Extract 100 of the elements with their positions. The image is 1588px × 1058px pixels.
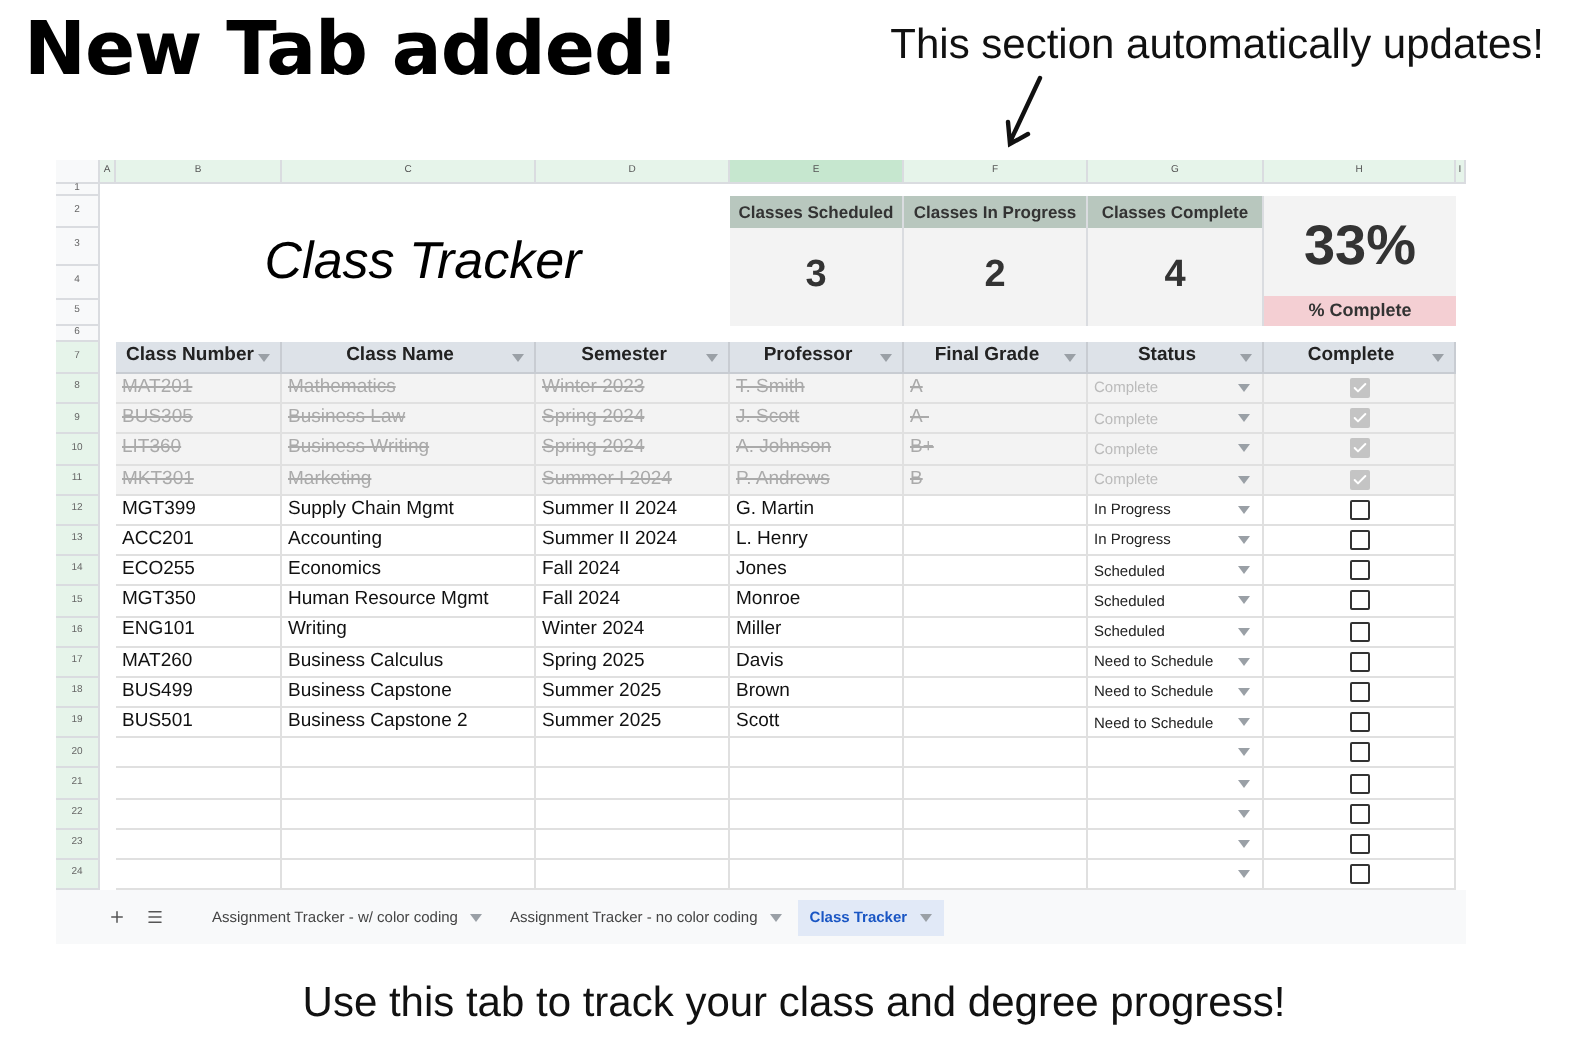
table-cell: Winter 2024 xyxy=(536,617,730,648)
table-cell: MKT301 xyxy=(116,465,282,496)
checkbox[interactable] xyxy=(1349,378,1369,399)
dropdown-caret-icon xyxy=(1238,718,1250,727)
table-header[interactable]: Final Grade xyxy=(904,342,1088,374)
stat-value: 2 xyxy=(982,252,1008,301)
tab-caret-icon xyxy=(469,913,482,922)
table-cell: ENG101 xyxy=(116,617,282,648)
table-cell: MAT260 xyxy=(116,647,282,678)
sheet-title: Class Tracker xyxy=(264,228,582,294)
checkbox[interactable] xyxy=(1349,773,1369,794)
filter-icon xyxy=(512,354,524,362)
tab-caret-icon xyxy=(919,913,932,922)
table-cell: Business Capstone 2 xyxy=(282,708,536,739)
table-cell: Brown xyxy=(730,677,904,709)
table-cell: G. Martin xyxy=(730,495,904,526)
table-cell: P. Andrews xyxy=(730,465,904,496)
stat-label: Classes In Progress xyxy=(904,196,1086,228)
menu-icon[interactable] xyxy=(146,908,164,927)
checkbox[interactable] xyxy=(1349,833,1369,854)
checkbox[interactable] xyxy=(1349,681,1369,702)
filter-icon xyxy=(706,354,718,362)
checkbox[interactable] xyxy=(1349,560,1369,581)
dropdown-caret-icon xyxy=(1238,475,1250,484)
checkbox[interactable] xyxy=(1349,408,1369,429)
table-cell: Marketing xyxy=(282,465,536,496)
table-cell: Winter 2023 xyxy=(536,374,730,405)
table-cell: Monroe xyxy=(730,586,904,617)
table-header[interactable]: Status xyxy=(1088,342,1264,374)
table-cell: Miller xyxy=(730,617,904,648)
table-cell: MGT399 xyxy=(116,495,282,526)
arrow-icon xyxy=(1002,74,1047,150)
table-cell: Summer II 2024 xyxy=(536,495,730,526)
add-sheet-icon[interactable] xyxy=(108,908,126,927)
table-cell: J. Scott xyxy=(730,404,904,435)
filter-icon xyxy=(1432,354,1444,362)
dropdown-caret-icon xyxy=(1238,444,1250,453)
dropdown-caret-icon xyxy=(1238,596,1250,605)
stat-value: 3 xyxy=(803,252,829,301)
table-header[interactable]: Class Number xyxy=(116,342,282,374)
table-cell: Spring 2024 xyxy=(536,434,730,466)
table-cell: Fall 2024 xyxy=(536,556,730,587)
headline: New Tab added! xyxy=(24,12,679,86)
table-cell: Supply Chain Mgmt xyxy=(282,495,536,526)
table-cell: BUS501 xyxy=(116,708,282,739)
dropdown-caret-icon xyxy=(1238,566,1250,575)
checkbox[interactable] xyxy=(1349,864,1369,885)
table-cell: L. Henry xyxy=(730,525,904,557)
table-cell: Writing xyxy=(282,617,536,648)
checkbox[interactable] xyxy=(1349,621,1369,642)
corner-cell[interactable] xyxy=(56,160,100,184)
table-cell: A xyxy=(904,374,1088,405)
checkbox[interactable] xyxy=(1349,651,1369,672)
table-cell: Scott xyxy=(730,708,904,739)
table-cell: Accounting xyxy=(282,525,536,557)
footer-text: Use this tab to track your class and degree progress! xyxy=(302,978,1286,1031)
checkbox[interactable] xyxy=(1349,438,1369,459)
dropdown-caret-icon xyxy=(1238,627,1250,636)
dropdown-caret-icon xyxy=(1238,748,1250,757)
checkbox[interactable] xyxy=(1349,530,1369,551)
table-cell: Summer 2025 xyxy=(536,677,730,709)
table-cell: ECO255 xyxy=(116,556,282,587)
table-header[interactable]: Complete xyxy=(1264,342,1456,374)
table-cell: Human Resource Mgmt xyxy=(282,586,536,617)
table-cell: Spring 2025 xyxy=(536,647,730,678)
table-cell: Economics xyxy=(282,556,536,587)
table-header[interactable]: Semester xyxy=(536,342,730,374)
filter-icon xyxy=(258,354,270,362)
stat-label: Classes Scheduled xyxy=(730,196,902,228)
stat-label: Classes Complete xyxy=(1088,196,1262,228)
dropdown-caret-icon xyxy=(1238,536,1250,545)
stat-value: 4 xyxy=(1162,252,1188,301)
percent-label: % Complete xyxy=(1264,296,1456,326)
checkbox[interactable] xyxy=(1349,803,1369,824)
checkbox[interactable] xyxy=(1349,742,1369,763)
table-cell: Fall 2024 xyxy=(536,586,730,617)
table-cell: A- xyxy=(904,404,1088,435)
checkbox[interactable] xyxy=(1349,712,1369,733)
dropdown-caret-icon xyxy=(1238,839,1250,848)
checkbox[interactable] xyxy=(1349,590,1369,611)
table-cell: Business Capstone xyxy=(282,677,536,709)
checkbox[interactable] xyxy=(1349,469,1369,490)
table-header[interactable]: Professor xyxy=(730,342,904,374)
dropdown-caret-icon xyxy=(1238,414,1250,423)
table-cell: A. Johnson xyxy=(730,434,904,466)
table-cell: MGT350 xyxy=(116,586,282,617)
table-cell: MAT201 xyxy=(116,374,282,405)
table-cell: Spring 2024 xyxy=(536,404,730,435)
table-cell: B xyxy=(904,465,1088,496)
table-header[interactable]: Class Name xyxy=(282,342,536,374)
filter-icon xyxy=(1064,354,1076,362)
table-cell: T. Smith xyxy=(730,374,904,405)
table-cell: Business Calculus xyxy=(282,647,536,678)
dropdown-caret-icon xyxy=(1238,505,1250,514)
checkbox[interactable] xyxy=(1349,499,1369,520)
table-cell: Davis xyxy=(730,647,904,678)
table-cell: Summer 2025 xyxy=(536,708,730,739)
table-cell: ACC201 xyxy=(116,525,282,557)
table-cell: LIT360 xyxy=(116,434,282,466)
dropdown-caret-icon xyxy=(1238,687,1250,696)
